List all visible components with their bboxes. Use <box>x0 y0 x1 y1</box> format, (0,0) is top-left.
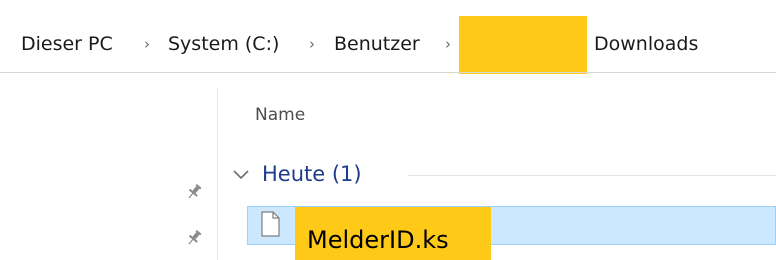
chevron-right-icon[interactable]: › <box>441 35 455 53</box>
file-explorer-window: Dieser PC › System (C:) › Benutzer › Dow… <box>0 0 776 260</box>
divider <box>0 72 776 73</box>
generic-file-icon <box>261 211 280 237</box>
chevron-right-icon[interactable]: › <box>140 35 154 53</box>
address-bar[interactable]: Dieser PC › System (C:) › Benutzer › Dow… <box>0 0 776 88</box>
breadcrumb-this-pc[interactable]: Dieser PC <box>21 33 113 55</box>
pin-icon[interactable] <box>186 183 202 201</box>
group-divider <box>408 175 776 176</box>
pin-icon[interactable] <box>186 229 202 247</box>
chevron-down-icon[interactable] <box>231 164 251 184</box>
column-header-name[interactable]: Name <box>255 104 305 126</box>
redacted-username-crumb[interactable] <box>459 16 587 74</box>
pane-divider[interactable] <box>217 88 218 260</box>
file-name[interactable]: MelderID.ks <box>307 225 449 255</box>
breadcrumb-system-c[interactable]: System (C:) <box>168 33 279 55</box>
breadcrumb-downloads[interactable]: Downloads <box>594 33 698 55</box>
chevron-right-icon[interactable]: › <box>305 35 319 53</box>
breadcrumb-users[interactable]: Benutzer <box>334 33 420 55</box>
group-header-today[interactable]: Heute (1) <box>262 161 362 187</box>
